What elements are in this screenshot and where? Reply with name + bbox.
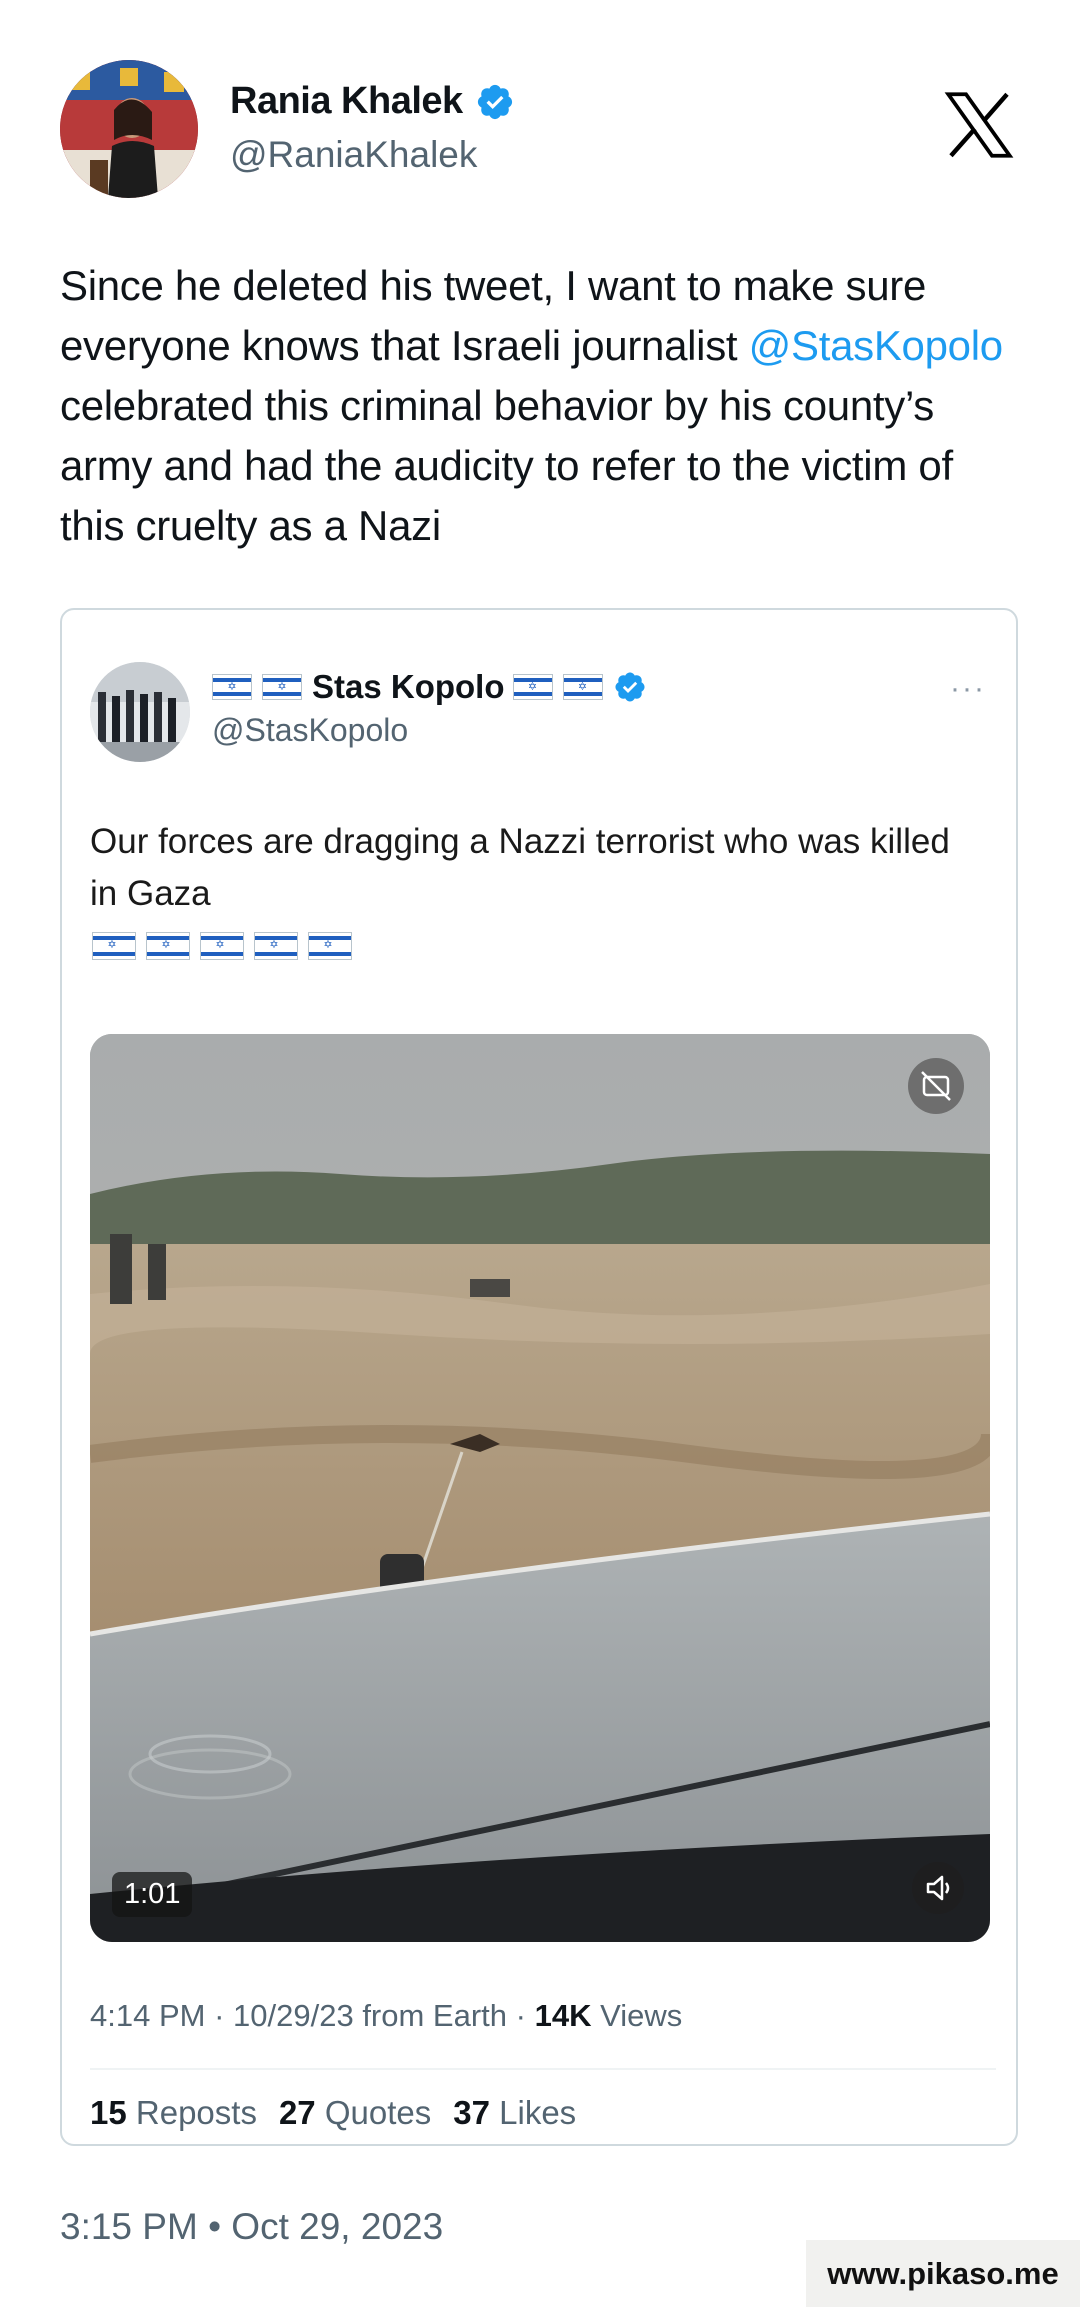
quoted-tweet-date[interactable]: 10/29/23 <box>233 1998 354 2033</box>
israel-flag-icon: ✡ <box>512 674 553 700</box>
engagement-stats: 15 Reposts 27 Quotes 37 Likes <box>90 2094 576 2132</box>
reposts-count: 15 <box>90 2094 127 2131</box>
tweet-timestamp[interactable]: 3:15 PM • Oct 29, 2023 <box>60 2206 443 2248</box>
likes-count: 37 <box>453 2094 490 2131</box>
quoted-author-name[interactable]: Stas Kopolo <box>312 668 505 706</box>
quoted-tweet-text: Our forces are dragging a Nazzi terroris… <box>90 822 950 913</box>
quoted-tweet-source: from Earth <box>362 1998 508 2033</box>
mention-link[interactable]: @StasKopolo <box>749 322 1003 369</box>
quoted-author-handle[interactable]: @StasKopolo <box>212 712 408 749</box>
likes-stat[interactable]: 37 Likes <box>453 2094 576 2132</box>
author-name[interactable]: Rania Khalek <box>230 80 463 123</box>
quoted-tweet-meta: 4:14 PM · 10/29/23 from Earth · 14K View… <box>90 1998 683 2033</box>
views-count: 14K <box>534 1998 592 2033</box>
mute-icon[interactable] <box>912 1862 964 1914</box>
video-duration: 1:01 <box>112 1872 193 1917</box>
tweet-text: Since he deleted his tweet, I want to ma… <box>60 256 1020 556</box>
israel-flag-icon: ✡ <box>200 932 244 960</box>
israel-flag-icon: ✡ <box>146 932 190 960</box>
x-logo-icon[interactable] <box>938 84 1020 166</box>
israel-flag-icon: ✡ <box>562 674 603 700</box>
verified-badge-icon <box>614 672 645 702</box>
quotes-label: Quotes <box>324 2094 432 2131</box>
divider <box>90 2068 996 2070</box>
tweet-text-part: celebrated this criminal behavior by his… <box>60 382 953 549</box>
watermark: www.pikaso.me <box>806 2240 1080 2307</box>
more-options-icon[interactable]: ··· <box>950 672 986 706</box>
reposts-label: Reposts <box>135 2094 257 2131</box>
israel-flag-icon: ✡ <box>212 674 252 700</box>
author-handle[interactable]: @RaniaKhalek <box>230 134 477 176</box>
author-name-row[interactable]: Rania Khalek <box>230 80 515 123</box>
israel-flag-icon: ✡ <box>92 932 136 960</box>
quoted-author-avatar[interactable] <box>90 662 190 762</box>
video-player[interactable] <box>90 1034 990 1942</box>
reposts-stat[interactable]: 15 Reposts <box>90 2094 257 2132</box>
likes-label: Likes <box>499 2094 577 2131</box>
quoted-tweet-flags: ✡ ✡ ✡ ✡ ✡ <box>92 932 362 960</box>
israel-flag-icon: ✡ <box>262 674 302 700</box>
captions-off-icon[interactable] <box>908 1058 964 1114</box>
quoted-author-name-row[interactable]: ✡ ✡ Stas Kopolo ✡ ✡ <box>212 668 647 706</box>
author-avatar[interactable] <box>60 60 198 198</box>
israel-flag-icon: ✡ <box>308 932 352 960</box>
quoted-tweet-time: 4:14 PM <box>90 1998 206 2033</box>
israel-flag-icon: ✡ <box>254 932 298 960</box>
quotes-stat[interactable]: 27 Quotes <box>279 2094 431 2132</box>
verified-badge-icon <box>477 84 512 119</box>
quotes-count: 27 <box>278 2094 316 2131</box>
views-label: Views <box>600 1998 683 2033</box>
